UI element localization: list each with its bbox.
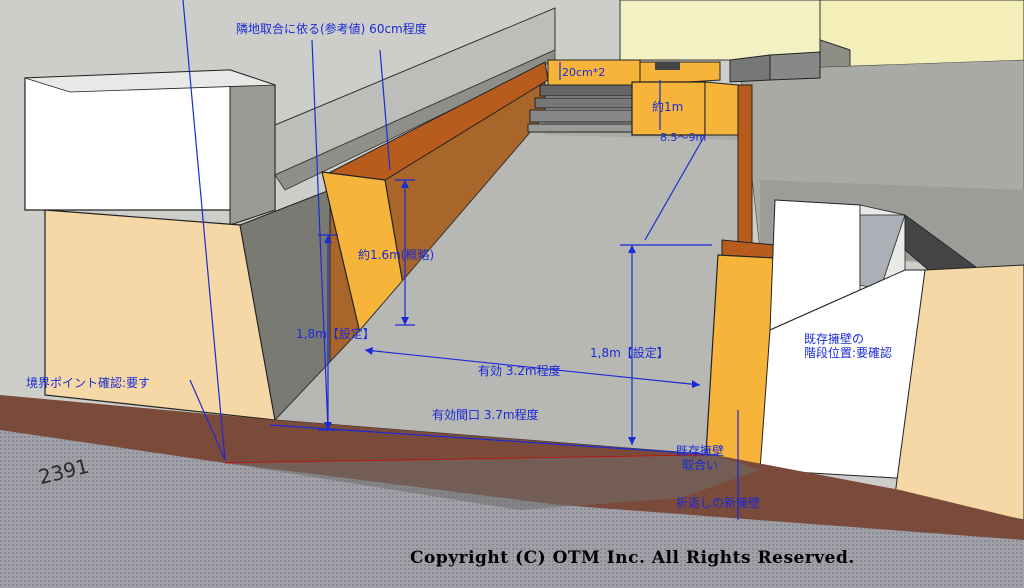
copyright-notice: Copyright (C) OTM Inc. All Rights Reserv… <box>410 548 855 568</box>
label-existing-wall-junction: 既存擁壁 取合い <box>676 444 725 472</box>
right-retaining-wall-top <box>737 84 753 251</box>
label-approx-1m: 約1m <box>652 100 684 114</box>
3d-scene <box>0 0 1024 588</box>
label-step-height: 20cm*2 <box>562 66 606 79</box>
label-new-return-wall: 折返しの新擁壁 <box>676 496 761 510</box>
label-neighbor-clearance: 隣地取合に依る(参考値) 60cm程度 <box>236 22 427 36</box>
label-boundary-point: 境界ポイント確認:要す <box>26 376 151 390</box>
label-effective-width: 有効 3.2m程度 <box>478 364 561 378</box>
label-height-right: 1,8m【設定】 <box>590 346 669 360</box>
label-approx-1-6m: 約1.6m(概略) <box>358 248 435 262</box>
building-back <box>619 0 821 61</box>
label-effective-opening: 有効間口 3.7m程度 <box>432 408 539 422</box>
sketchup-viewport[interactable]: 隣地取合に依る(参考値) 60cm程度 20cm*2 約1m 8.5～9m 約1… <box>0 0 1024 588</box>
label-height-left: 1,8m【設定】 <box>296 327 375 341</box>
label-existing-wall-stair: 既存擁壁の 階段位置:要確認 <box>804 332 893 360</box>
label-range-8-9m: 8.5～9m <box>660 131 707 144</box>
